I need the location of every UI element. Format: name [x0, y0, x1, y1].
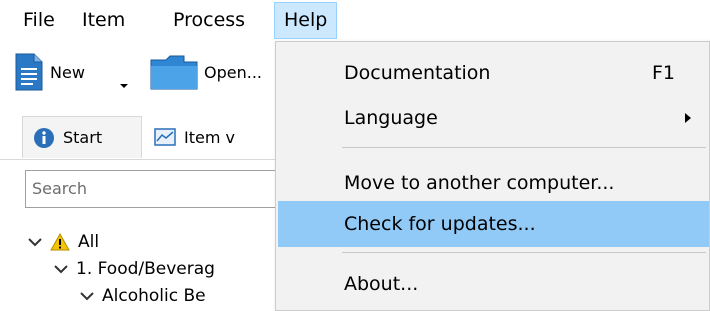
menu-separator	[342, 147, 706, 148]
search-input[interactable]: Search	[25, 170, 305, 208]
menu-item-move-computer[interactable]: Move to another computer...	[278, 160, 709, 206]
tree-item-label: Alcoholic Be	[102, 286, 206, 306]
menu-item-label: Language	[344, 107, 438, 129]
submenu-arrow-icon	[685, 113, 691, 123]
menu-item-about[interactable]: About...	[278, 261, 709, 307]
tab-item-view-label: Item v	[184, 127, 235, 147]
menu-file[interactable]: File	[14, 2, 64, 39]
info-icon	[34, 127, 54, 148]
menu-help[interactable]: Help	[274, 2, 338, 39]
toolbar: New Open...	[0, 42, 300, 102]
menu-item-label: About...	[344, 273, 419, 295]
folder-icon	[150, 55, 198, 90]
open-button[interactable]: Open...	[150, 50, 280, 94]
chevron-down-icon	[54, 265, 68, 274]
tree-item-food-beverage[interactable]: 1. Food/Beverag	[52, 256, 215, 282]
new-document-icon	[15, 53, 43, 91]
menu-item-language[interactable]: Language	[278, 95, 709, 141]
shortcut-label: F1	[651, 62, 675, 84]
tab-start[interactable]: Start	[22, 116, 142, 158]
tree-item-alcoholic[interactable]: Alcoholic Be	[78, 283, 206, 309]
chart-icon	[154, 128, 176, 146]
menu-item-label: Check for updates...	[344, 213, 536, 235]
open-button-label: Open...	[204, 62, 262, 82]
new-button[interactable]: New	[14, 50, 136, 94]
tab-bar: Start Item v	[0, 108, 304, 160]
chevron-down-icon	[120, 84, 128, 88]
tab-start-label: Start	[63, 128, 103, 147]
menu-item-label: Move to another computer...	[344, 172, 615, 194]
tree-item-all[interactable]: All	[26, 229, 99, 255]
menu-item[interactable]: Item	[73, 2, 134, 39]
chevron-down-icon	[80, 292, 94, 301]
warning-icon	[50, 233, 70, 251]
new-button-label: New	[50, 62, 85, 82]
tree-item-label: 1. Food/Beverag	[76, 259, 215, 279]
tree-item-label: All	[78, 232, 100, 252]
menu-separator	[342, 252, 706, 253]
chevron-down-icon	[28, 238, 42, 247]
menu-item-documentation[interactable]: Documentation F1	[278, 50, 709, 96]
menu-bar: File Item Process Help	[0, 0, 710, 42]
menu-process[interactable]: Process	[164, 2, 254, 39]
help-menu-dropdown: Documentation F1 Language Move to anothe…	[275, 41, 710, 311]
menu-item-check-updates[interactable]: Check for updates...	[278, 201, 709, 247]
menu-item-label: Documentation	[344, 62, 491, 84]
